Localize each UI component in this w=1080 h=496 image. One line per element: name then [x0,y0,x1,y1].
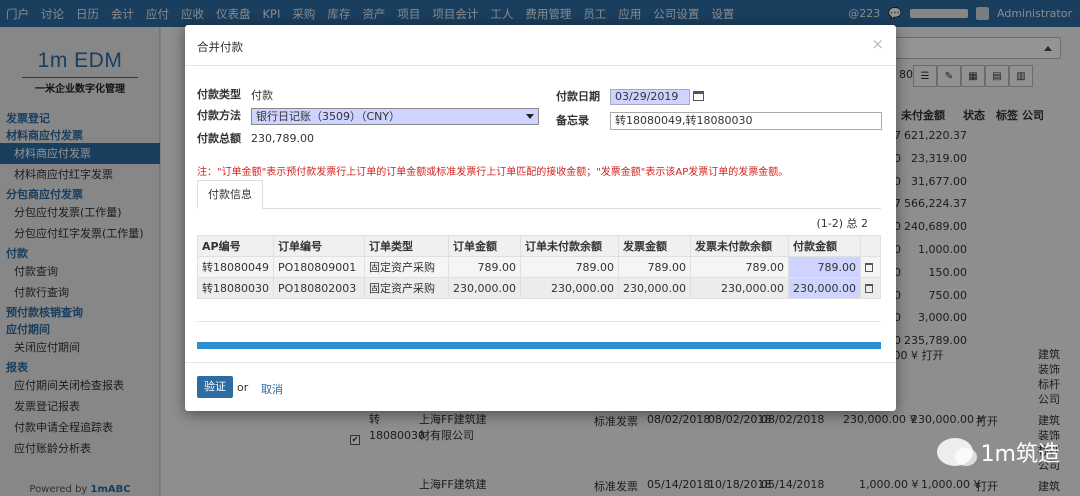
table-cell: 转18080030 [197,277,274,299]
divider [185,65,896,66]
trash-icon[interactable] [864,283,873,293]
merge-payment-dialog: 合并付款 × 付款类型 付款 付款方法 银行日记账（3509）（CNY） 付款总… [185,25,896,411]
page-info: (1-2) 总 2 [816,217,868,230]
divider [197,321,881,322]
table-cell: 789.00 [618,256,691,278]
table-cell: 固定资产采购 [364,277,449,299]
table-cell: 230,000.00 [618,277,691,299]
note-text: 注："订单金额"表示预付款发票行上订单的订单金额或标准发票行上订单匹配的接收金额… [197,167,789,178]
table-cell: 固定资产采购 [364,256,449,278]
dialog-title: 合并付款 [197,40,243,54]
cancel-link[interactable]: 取消 [261,381,283,397]
watermark-text: 1m筑造 [980,442,1060,467]
payment-amount-input[interactable]: 230,000.00 [787,277,861,299]
table-row[interactable]: 转18080049 PO180809001 固定资产采购 789.00 789.00 78… [197,256,882,278]
column-header[interactable]: 发票金额 [618,235,691,257]
tab-divider [197,208,881,209]
pay-method-label: 付款方法 [197,109,241,122]
tab-payment-info[interactable]: 付款信息 [197,180,263,209]
pay-total-label: 付款总额 [197,132,241,145]
trash-icon[interactable] [864,262,873,272]
pay-date-input[interactable]: 03/29/2019 [610,89,690,105]
pay-total-value: 230,789.00 [251,132,314,145]
pay-date-label: 付款日期 [556,90,600,103]
table-cell: 转18080049 [197,256,274,278]
pay-type-label: 付款类型 [197,88,241,101]
watermark: 1m筑造 [936,436,1060,468]
or-text: or [237,381,249,394]
divider [185,362,896,363]
delete-cell [859,256,882,278]
column-header[interactable]: AP编号 [197,235,274,257]
pay-method-value: 银行日记账（3509）（CNY） [256,110,401,123]
column-header[interactable]: 订单未付款余额 [520,235,619,257]
wechat-icon [936,438,977,466]
column-header-actions [859,235,882,257]
table-cell: 789.00 [448,256,521,278]
verify-button[interactable]: 验证 [197,376,233,398]
column-header[interactable]: 订单金额 [448,235,521,257]
column-header[interactable]: 发票未付款余额 [689,235,789,257]
payment-lines-table: AP编号 订单编号 订单类型 订单金额 订单未付款余额 发票金额 发票未付款余额 付款金额 转… [197,235,882,299]
chevron-down-icon [526,114,534,119]
table-cell: PO180809001 [273,256,365,278]
table-header-row: AP编号 订单编号 订单类型 订单金额 订单未付款余额 发票金额 发票未付款余额 付款金额 [197,235,882,257]
table-cell: 789.00 [520,256,619,278]
table-cell: 230,000.00 [448,277,521,299]
close-icon[interactable]: × [871,35,884,53]
table-row[interactable]: 转18080030 PO180802003 固定资产采购 230,000.00 230,… [197,277,882,299]
memo-input[interactable]: 转18080049,转18080030 [610,112,882,130]
table-cell: 789.00 [689,256,789,278]
scrollbar[interactable] [197,342,881,349]
table-cell: PO180802003 [273,277,365,299]
pay-type-value: 付款 [251,89,273,102]
delete-cell [859,277,882,299]
memo-label: 备忘录 [556,114,589,127]
payment-amount-input[interactable]: 789.00 [787,256,861,278]
column-header[interactable]: 订单编号 [273,235,365,257]
table-cell: 230,000.00 [689,277,789,299]
table-cell: 230,000.00 [520,277,619,299]
calendar-icon[interactable] [693,91,704,101]
pay-method-select[interactable]: 银行日记账（3509）（CNY） [251,108,539,125]
column-header[interactable]: 付款金额 [787,235,861,257]
column-header[interactable]: 订单类型 [364,235,449,257]
